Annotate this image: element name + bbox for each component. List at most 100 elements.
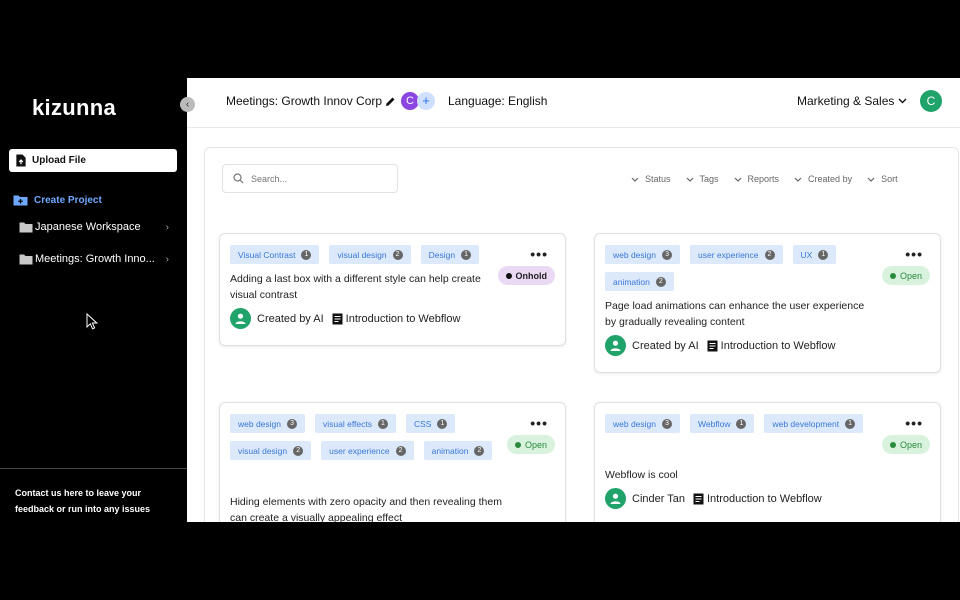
search-input[interactable] (251, 173, 391, 184)
report-link[interactable]: Introduction to Webflow (707, 339, 836, 352)
search-icon (233, 173, 244, 184)
tag[interactable]: Design 1 (420, 245, 480, 264)
collapse-sidebar-button[interactable]: ‹ (180, 97, 195, 112)
tag-label: animation (431, 445, 469, 456)
language-selector[interactable]: Language: English (448, 94, 547, 108)
chevron-down-icon (794, 177, 802, 182)
filter-reports[interactable]: Reports (734, 174, 780, 184)
insight-card[interactable]: Visual Contrast 1 visual design 2 Design 1 … (219, 233, 566, 346)
tag-count: 2 (293, 445, 304, 456)
card-text: Adding a last box with a different style… (230, 273, 481, 301)
pencil-icon[interactable] (385, 96, 396, 107)
tag[interactable]: Webflow 1 (690, 414, 755, 433)
tag-count: 2 (392, 249, 403, 260)
tag[interactable]: web design 3 (605, 245, 681, 264)
status-label: Onhold (515, 270, 548, 281)
filter-status[interactable]: Status (631, 174, 671, 184)
tag-label: web development (772, 418, 840, 429)
tag-label: user experience (329, 445, 390, 456)
tag-list: Visual Contrast 1 visual design 2 Design 1 (230, 245, 495, 264)
tag[interactable]: Visual Contrast 1 (230, 245, 320, 264)
folder-item-meetings[interactable]: Meetings: Growth Inno... › (19, 253, 169, 265)
filter-label: Sort (881, 174, 898, 184)
folder-item-japanese-workspace[interactable]: Japanese Workspace › (19, 221, 169, 233)
tag[interactable]: visual design 2 (329, 245, 411, 264)
author-label: Created by AI (257, 312, 324, 325)
status-badge[interactable]: Open (881, 266, 930, 285)
create-project-button[interactable]: Create Project (13, 194, 102, 206)
tag[interactable]: web design 3 (230, 414, 306, 433)
tag[interactable]: visual design 2 (230, 441, 312, 460)
more-options-button[interactable]: ••• (530, 415, 548, 431)
insight-card[interactable]: web design 3 Webflow 1 web development 1 ••… (594, 402, 941, 522)
report-label: Introduction to Webflow (720, 339, 836, 352)
document-icon (332, 313, 343, 324)
tag[interactable]: user experience 2 (690, 245, 783, 264)
tag-list: web design 3 visual effects 1 CSS 1 visual … (230, 414, 495, 460)
top-bar: Meetings: Growth Innov Corp C + Language… (187, 78, 960, 128)
status-badge[interactable]: Open (881, 435, 930, 454)
tag[interactable]: CSS 1 (406, 414, 456, 433)
workspace-dropdown[interactable]: Marketing & Sales (797, 94, 907, 108)
tag-count: 1 (378, 418, 388, 429)
more-options-button[interactable]: ••• (905, 246, 923, 262)
filter-sort[interactable]: Sort (867, 174, 898, 184)
more-options-button[interactable]: ••• (905, 415, 923, 431)
tag-count: 2 (395, 445, 406, 456)
main-content: Meetings: Growth Innov Corp C + Language… (187, 78, 960, 522)
insight-card[interactable]: web design 3 visual effects 1 CSS 1 visual … (219, 402, 566, 522)
chevron-down-icon (734, 177, 741, 182)
folder-icon (19, 254, 33, 264)
file-upload-icon (16, 154, 26, 167)
add-collaborator-button[interactable]: + (417, 92, 435, 110)
create-project-label: Create Project (34, 194, 102, 206)
tag-label: web design (238, 418, 282, 429)
tag[interactable]: visual effects 1 (315, 414, 396, 433)
report-link[interactable]: Introduction to Webflow (693, 493, 822, 505)
tag-count: 1 (461, 249, 472, 260)
chevron-down-icon (898, 98, 907, 104)
filter-label: Created by (808, 174, 853, 184)
tag-label: visual design (238, 445, 288, 456)
tag-label: CSS (414, 418, 432, 429)
tag[interactable]: web development 1 (764, 414, 864, 433)
status-dot (889, 272, 896, 279)
tag[interactable]: UX 1 (792, 245, 837, 264)
insights-panel: Status Tags Reports Created by Sort Vi (204, 147, 959, 522)
feedback-link[interactable]: Contact us here to leave your feedback o… (0, 468, 187, 533)
insight-card[interactable]: web design 3 user experience 2 UX 1 animati… (594, 233, 941, 373)
more-options-button[interactable]: ••• (530, 246, 548, 262)
card-text: Hiding elements with zero opacity and th… (230, 496, 502, 522)
tag-label: visual effects (323, 418, 372, 429)
tag-count: 1 (437, 418, 448, 429)
tag-count: 2 (764, 249, 775, 260)
tag[interactable]: animation 2 (605, 272, 674, 291)
filter-label: Tags (699, 174, 719, 184)
report-label: Introduction to Webflow (345, 312, 461, 325)
report-link[interactable]: Introduction to Webflow (332, 312, 461, 325)
tag-label: Design (428, 249, 456, 260)
filter-tags[interactable]: Tags (686, 174, 719, 184)
meeting-title[interactable]: Meetings: Growth Innov Corp (226, 94, 396, 108)
search-box[interactable] (222, 164, 398, 193)
document-icon (707, 340, 718, 351)
card-meta: Created by AI Introduction to Webflow (605, 335, 835, 356)
tag[interactable]: user experience 2 (321, 441, 414, 460)
status-badge[interactable]: Open (506, 435, 555, 454)
filter-label: Reports (747, 174, 780, 184)
app-logo: kizunna (32, 95, 116, 120)
upload-file-button[interactable]: Upload File (9, 149, 177, 172)
folder-label: Meetings: Growth Inno... (35, 253, 155, 265)
chevron-right-icon: › (165, 253, 169, 265)
status-dot (505, 272, 512, 279)
status-label: Open (899, 439, 922, 450)
user-avatar[interactable]: C (920, 90, 942, 112)
person-icon (605, 335, 626, 356)
filter-created-by[interactable]: Created by (794, 174, 852, 184)
tag[interactable]: web design 3 (605, 414, 681, 433)
tag[interactable]: animation 2 (423, 441, 493, 460)
status-badge[interactable]: Onhold (497, 266, 555, 285)
folder-add-icon (13, 195, 28, 206)
person-icon (230, 308, 251, 329)
chevron-down-icon (631, 177, 639, 182)
